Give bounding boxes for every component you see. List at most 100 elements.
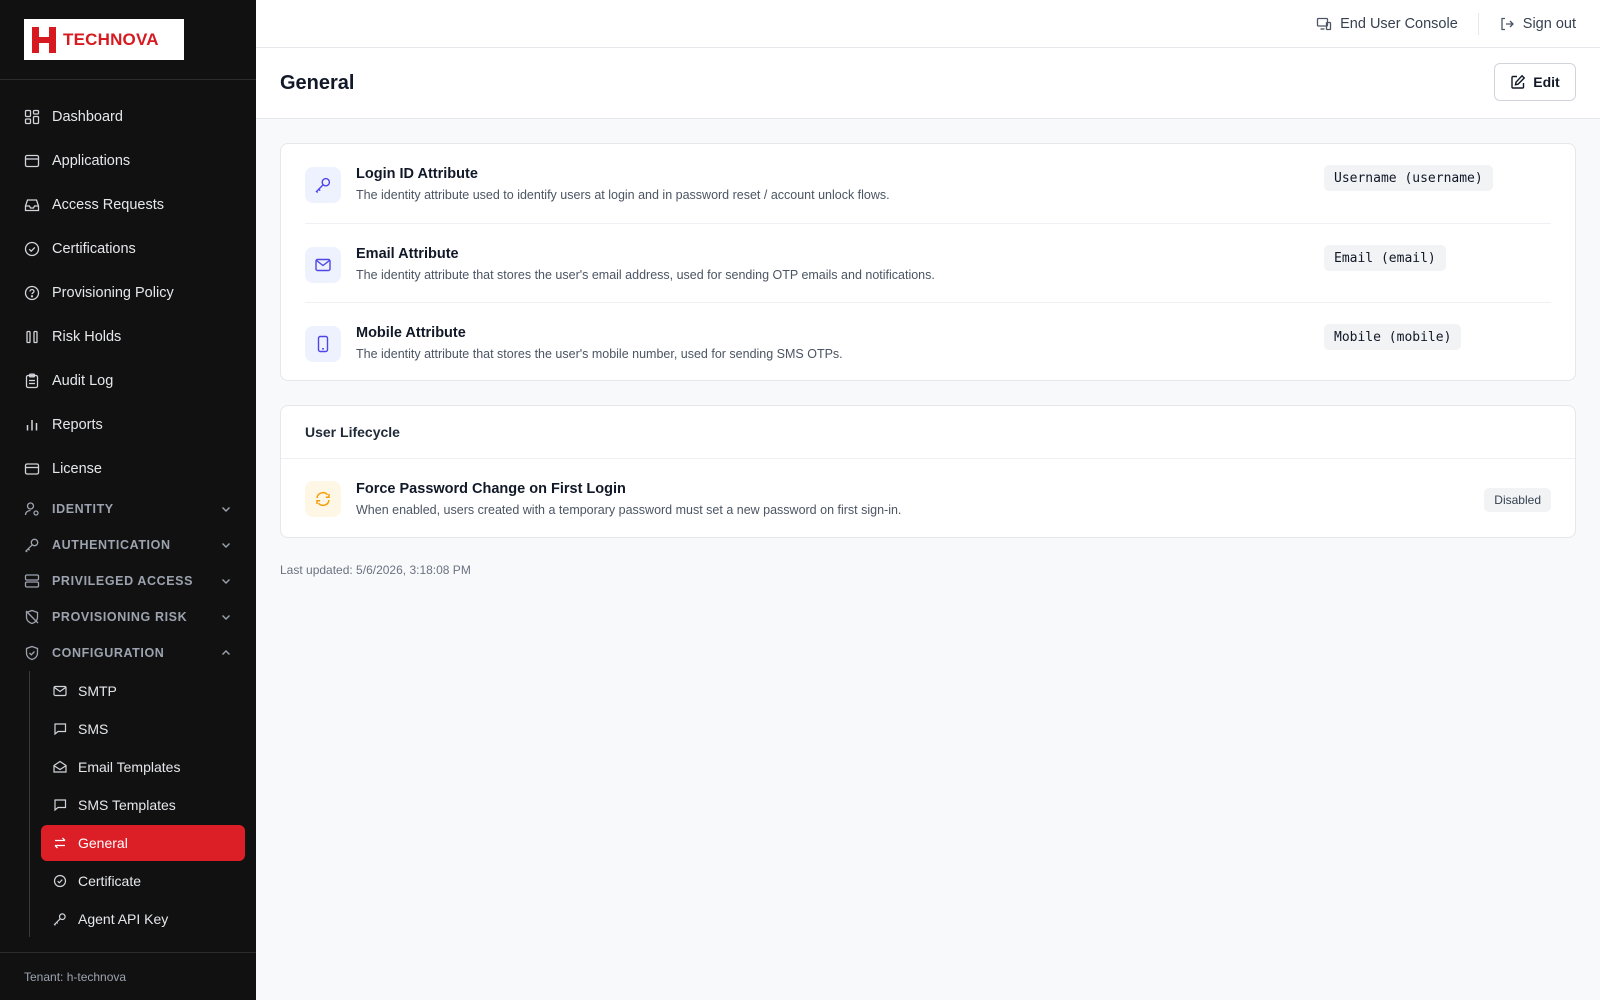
sub-item-label: Email Templates bbox=[78, 759, 181, 775]
attribute-description: The identity attribute used to identify … bbox=[356, 188, 890, 202]
key-icon bbox=[53, 912, 67, 926]
nav-item-label: License bbox=[52, 461, 102, 477]
section-label: AUTHENTICATION bbox=[52, 538, 171, 552]
attribute-title: Email Attribute bbox=[356, 246, 459, 262]
nav-item-certifications[interactable]: Certifications bbox=[0, 227, 256, 271]
nav-item-label: Certifications bbox=[52, 241, 136, 257]
chevron-down-icon bbox=[220, 539, 232, 551]
nav-item-label: Reports bbox=[52, 417, 103, 433]
sub-item-label: Agent API Key bbox=[78, 911, 169, 927]
user-gear-icon bbox=[24, 501, 40, 517]
status-badge: Disabled bbox=[1484, 488, 1551, 512]
sub-item-label: SMS Templates bbox=[78, 797, 176, 813]
devices-icon bbox=[1316, 17, 1332, 31]
attribute-description: The identity attribute that stores the u… bbox=[356, 268, 935, 282]
logo-mark-icon bbox=[32, 26, 56, 53]
chevron-down-icon bbox=[220, 575, 232, 587]
brand-name: TECHNOVA bbox=[63, 29, 159, 49]
sidebar: TECHNOVA Dashboard Applications Access R… bbox=[0, 0, 256, 1000]
mail-open-icon bbox=[53, 760, 67, 774]
attribute-title: Login ID Attribute bbox=[356, 166, 478, 182]
sub-item-email-templates[interactable]: Email Templates bbox=[41, 749, 245, 785]
sign-out-icon bbox=[1501, 17, 1514, 31]
chevron-down-icon bbox=[220, 611, 232, 623]
edit-button[interactable]: Edit bbox=[1494, 63, 1576, 101]
logo-area: TECHNOVA bbox=[0, 0, 256, 80]
policy-icon bbox=[24, 285, 40, 301]
configuration-submenu: SMTP SMS Email Templates SMS Templates G… bbox=[29, 671, 256, 937]
nav-item-applications[interactable]: Applications bbox=[0, 139, 256, 183]
section-label: PROVISIONING RISK bbox=[52, 610, 188, 624]
attribute-row-mobile: Mobile Attribute The identity attribute … bbox=[305, 302, 1551, 381]
section-label: IDENTITY bbox=[52, 502, 114, 516]
dashboard-icon bbox=[24, 109, 40, 125]
mail-icon bbox=[53, 684, 67, 698]
sub-item-general[interactable]: General bbox=[41, 825, 245, 861]
section-privileged-access[interactable]: PRIVILEGED ACCESS bbox=[0, 563, 256, 599]
attribute-row-email: Email Attribute The identity attribute t… bbox=[305, 223, 1551, 302]
nav-item-label: Applications bbox=[52, 153, 131, 169]
server-icon bbox=[24, 573, 40, 589]
key-icon bbox=[305, 167, 341, 203]
last-updated: Last updated: 5/6/2026, 3:18:08 PM bbox=[280, 563, 471, 577]
topbar-actions: End User Console Sign out bbox=[1316, 0, 1576, 48]
shield-off-icon bbox=[24, 609, 40, 625]
sub-item-sms-templates[interactable]: SMS Templates bbox=[41, 787, 245, 823]
key-icon bbox=[24, 537, 40, 553]
page-title: General bbox=[280, 72, 355, 94]
main-nav: Dashboard Applications Access Requests C… bbox=[0, 95, 256, 939]
nav-item-label: Audit Log bbox=[52, 373, 114, 389]
lifecycle-description: When enabled, users created with a tempo… bbox=[356, 503, 902, 517]
page-header: General Edit bbox=[256, 48, 1600, 119]
chevron-up-icon bbox=[220, 647, 232, 659]
check-circle-icon bbox=[53, 874, 67, 888]
check-circle-icon bbox=[24, 241, 40, 257]
arrows-exchange-icon bbox=[53, 836, 67, 850]
sign-out-button[interactable]: Sign out bbox=[1499, 16, 1576, 32]
mail-icon bbox=[305, 247, 341, 283]
edit-label: Edit bbox=[1533, 74, 1560, 90]
attribute-value: Email (email) bbox=[1324, 245, 1446, 271]
section-label: PRIVILEGED ACCESS bbox=[52, 574, 194, 588]
sub-item-smtp[interactable]: SMTP bbox=[41, 673, 245, 709]
section-identity[interactable]: IDENTITY bbox=[0, 491, 256, 527]
attribute-title: Mobile Attribute bbox=[356, 325, 466, 341]
nav-item-license[interactable]: License bbox=[0, 447, 256, 491]
shield-check-icon bbox=[24, 645, 40, 661]
nav-item-reports[interactable]: Reports bbox=[0, 403, 256, 447]
message-icon bbox=[53, 722, 67, 736]
nav-item-dashboard[interactable]: Dashboard bbox=[0, 95, 256, 139]
section-configuration[interactable]: CONFIGURATION bbox=[0, 635, 256, 671]
tenant-label: Tenant: h-technova bbox=[0, 952, 256, 1000]
sub-item-label: SMTP bbox=[78, 683, 117, 699]
window-icon bbox=[24, 153, 40, 169]
attribute-value: Username (username) bbox=[1324, 165, 1493, 191]
end-user-console-button[interactable]: End User Console bbox=[1316, 16, 1458, 32]
identity-attributes-card: Login ID Attribute The identity attribut… bbox=[280, 143, 1576, 381]
divider bbox=[1477, 13, 1479, 35]
sub-item-label: General bbox=[78, 835, 128, 851]
section-authentication[interactable]: AUTHENTICATION bbox=[0, 527, 256, 563]
nav-item-risk-holds[interactable]: Risk Holds bbox=[0, 315, 256, 359]
topbar: End User Console Sign out bbox=[256, 0, 1600, 48]
attribute-row-login-id: Login ID Attribute The identity attribut… bbox=[305, 144, 1551, 223]
section-provisioning-risk[interactable]: PROVISIONING RISK bbox=[0, 599, 256, 635]
attribute-value: Mobile (mobile) bbox=[1324, 324, 1462, 350]
nav-item-provisioning-policy[interactable]: Provisioning Policy bbox=[0, 271, 256, 315]
inbox-icon bbox=[24, 197, 40, 213]
sub-item-sms[interactable]: SMS bbox=[41, 711, 245, 747]
nav-item-access-requests[interactable]: Access Requests bbox=[0, 183, 256, 227]
brand-logo[interactable]: TECHNOVA bbox=[24, 19, 184, 60]
user-lifecycle-card: User Lifecycle Force Password Change on … bbox=[280, 405, 1576, 538]
clipboard-icon bbox=[24, 373, 40, 389]
edit-icon bbox=[1511, 74, 1526, 89]
section-heading: User Lifecycle bbox=[281, 406, 1575, 459]
sub-item-certificate[interactable]: Certificate bbox=[41, 863, 245, 899]
nav-item-audit-log[interactable]: Audit Log bbox=[0, 359, 256, 403]
sub-item-agent-api-key[interactable]: Agent API Key bbox=[41, 901, 245, 937]
lifecycle-title: Force Password Change on First Login bbox=[356, 481, 626, 497]
end-user-console-label: End User Console bbox=[1340, 16, 1458, 32]
attribute-description: The identity attribute that stores the u… bbox=[356, 347, 843, 361]
section-label: CONFIGURATION bbox=[52, 646, 165, 660]
sub-item-label: SMS bbox=[78, 721, 109, 737]
